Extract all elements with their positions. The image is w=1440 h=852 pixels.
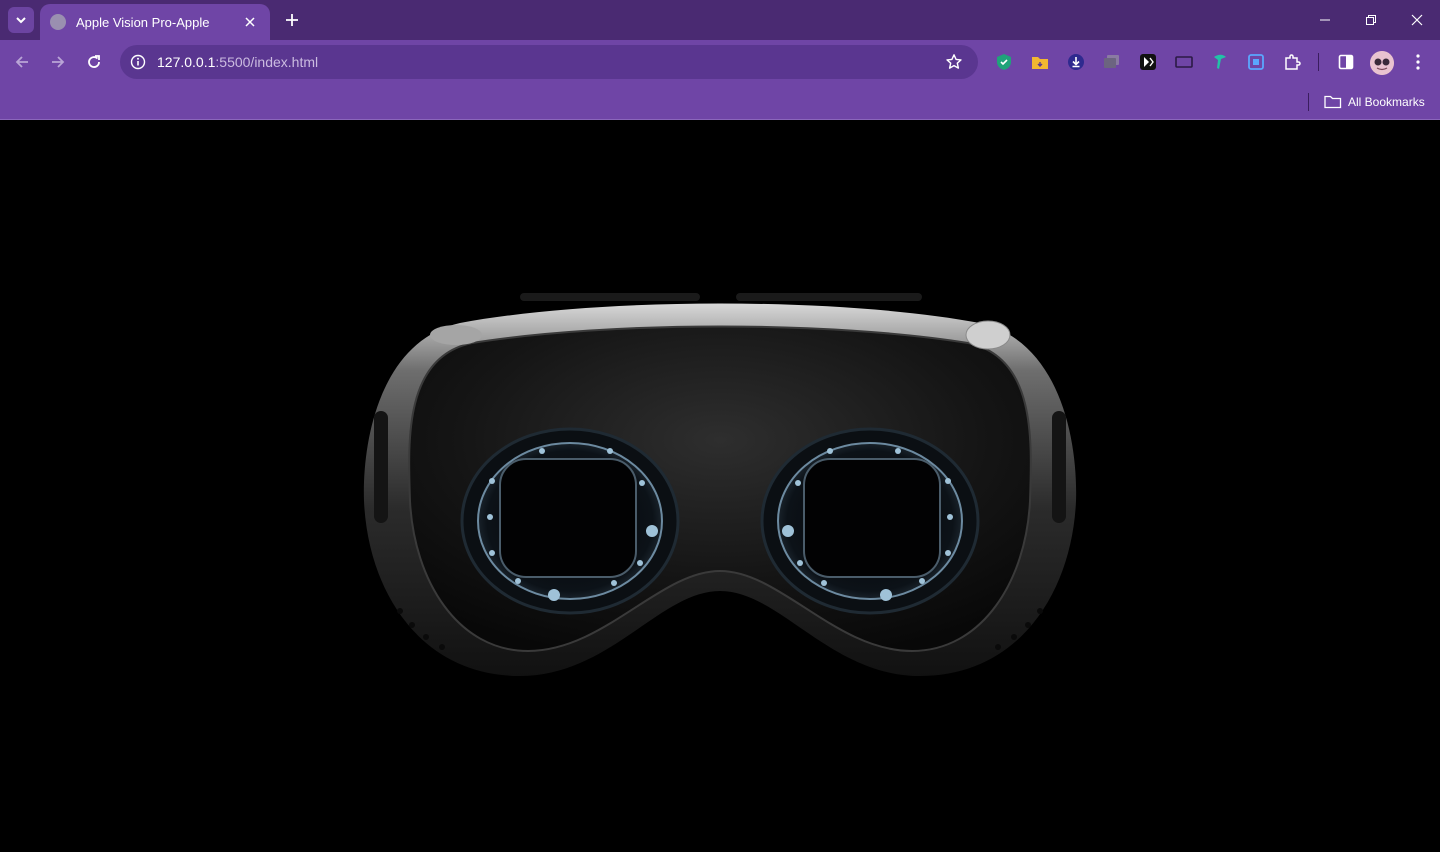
reload-button[interactable]: [80, 48, 108, 76]
url-text: 127.0.0.1:5500/index.html: [157, 54, 938, 70]
bookmarks-bar: All Bookmarks: [0, 85, 1440, 120]
side-panel-icon: [1338, 54, 1354, 70]
tab-strip: Apple Vision Pro-Apple: [0, 0, 1440, 40]
address-bar[interactable]: 127.0.0.1:5500/index.html: [120, 45, 978, 79]
reload-icon: [88, 55, 100, 68]
menu-button[interactable]: [1408, 52, 1428, 72]
bookmark-star-button[interactable]: [938, 46, 970, 78]
browser-toolbar: 127.0.0.1:5500/index.html: [0, 40, 1440, 85]
bookmarks-divider: [1308, 93, 1309, 111]
star-icon: [946, 54, 962, 69]
restore-icon: [1366, 15, 1376, 25]
pen-extension-icon[interactable]: [1210, 52, 1230, 72]
arrow-left-icon: [15, 56, 28, 68]
back-button[interactable]: [8, 48, 36, 76]
url-host: 127.0.0.1: [157, 54, 216, 70]
capture-extension-icon[interactable]: [1246, 52, 1266, 72]
tab-close-button[interactable]: [240, 12, 260, 32]
profile-avatar[interactable]: [1370, 51, 1394, 75]
browser-window: Apple Vision Pro-Apple 127.0.0.1:5500/in…: [0, 0, 1440, 852]
tabs-extension-icon[interactable]: [1102, 52, 1122, 72]
all-bookmarks-button[interactable]: All Bookmarks: [1324, 91, 1425, 113]
puzzle-extension-icon[interactable]: [1282, 52, 1302, 72]
folder-icon: [1324, 95, 1342, 109]
screen-extension-icon[interactable]: [1174, 52, 1194, 72]
url-path: :5500/index.html: [215, 54, 319, 70]
shield-extension-icon[interactable]: [994, 52, 1014, 72]
close-icon: [245, 17, 255, 27]
chevron-down-icon: [16, 17, 26, 24]
tab-search-button[interactable]: [8, 7, 34, 33]
all-bookmarks-label: All Bookmarks: [1348, 95, 1425, 109]
download-extension-icon[interactable]: [1066, 52, 1086, 72]
minimize-button[interactable]: [1302, 0, 1348, 40]
folder-extension-icon[interactable]: [1030, 52, 1050, 72]
close-window-button[interactable]: [1394, 0, 1440, 40]
close-icon: [1411, 14, 1423, 26]
page-content: [0, 121, 1440, 852]
toolbar-divider: [1318, 53, 1319, 71]
tab-active[interactable]: Apple Vision Pro-Apple: [40, 4, 270, 40]
minimize-icon: [1320, 19, 1330, 21]
arrow-right-icon: [52, 56, 65, 68]
new-tab-button[interactable]: [280, 8, 304, 32]
restore-button[interactable]: [1348, 0, 1394, 40]
media-extension-icon[interactable]: [1138, 52, 1158, 72]
globe-icon: [50, 14, 66, 30]
vision-pro-headset-image: [363, 293, 1077, 676]
side-panel-button[interactable]: [1336, 52, 1356, 72]
avatar-icon: [1370, 51, 1394, 75]
tab-title: Apple Vision Pro-Apple: [76, 14, 210, 30]
more-vertical-icon: [1416, 54, 1420, 70]
site-info-button[interactable]: [122, 46, 154, 78]
plus-icon: [286, 14, 298, 26]
forward-button[interactable]: [44, 48, 72, 76]
info-icon: [130, 54, 146, 70]
